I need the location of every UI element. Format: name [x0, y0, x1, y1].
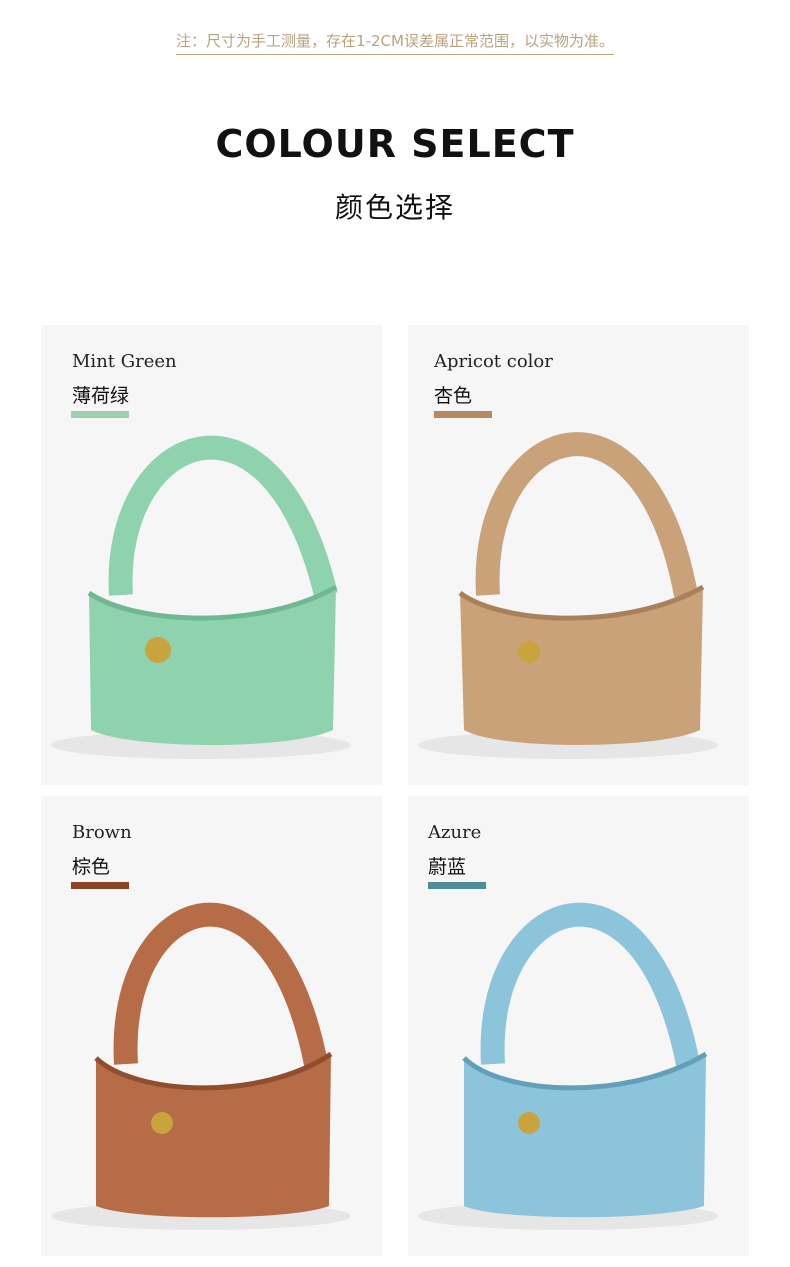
size-note: 注：尺寸为手工测量，存在1-2CM误差属正常范围，以实物为准。 [0, 30, 790, 55]
color-name-cn: 薄荷绿 [72, 385, 130, 407]
color-card-azure[interactable]: Azure 蔚蓝 [408, 796, 749, 1256]
color-name-en: Azure [428, 822, 482, 843]
color-swatch [434, 411, 492, 418]
color-card-brown[interactable]: Brown 棕色 [41, 796, 382, 1256]
color-card-mint-green[interactable]: Mint Green 薄荷绿 [41, 325, 382, 785]
page-title: COLOUR SELECT [215, 122, 575, 166]
color-swatch [428, 882, 486, 889]
color-name-en: Mint Green [72, 351, 177, 372]
color-name-cn: 棕色 [72, 856, 111, 878]
color-card-apricot[interactable]: Apricot color 杏色 [408, 325, 749, 785]
color-name-en: Brown [72, 822, 132, 843]
color-name-en: Apricot color [434, 351, 553, 372]
color-swatch [71, 411, 129, 418]
color-name-cn: 杏色 [434, 385, 473, 407]
color-name-cn: 蔚蓝 [428, 856, 467, 878]
color-swatch [71, 882, 129, 889]
page-subtitle: 颜色选择 [334, 191, 455, 224]
size-note-text: 注：尺寸为手工测量，存在1-2CM误差属正常范围，以实物为准。 [176, 32, 614, 55]
